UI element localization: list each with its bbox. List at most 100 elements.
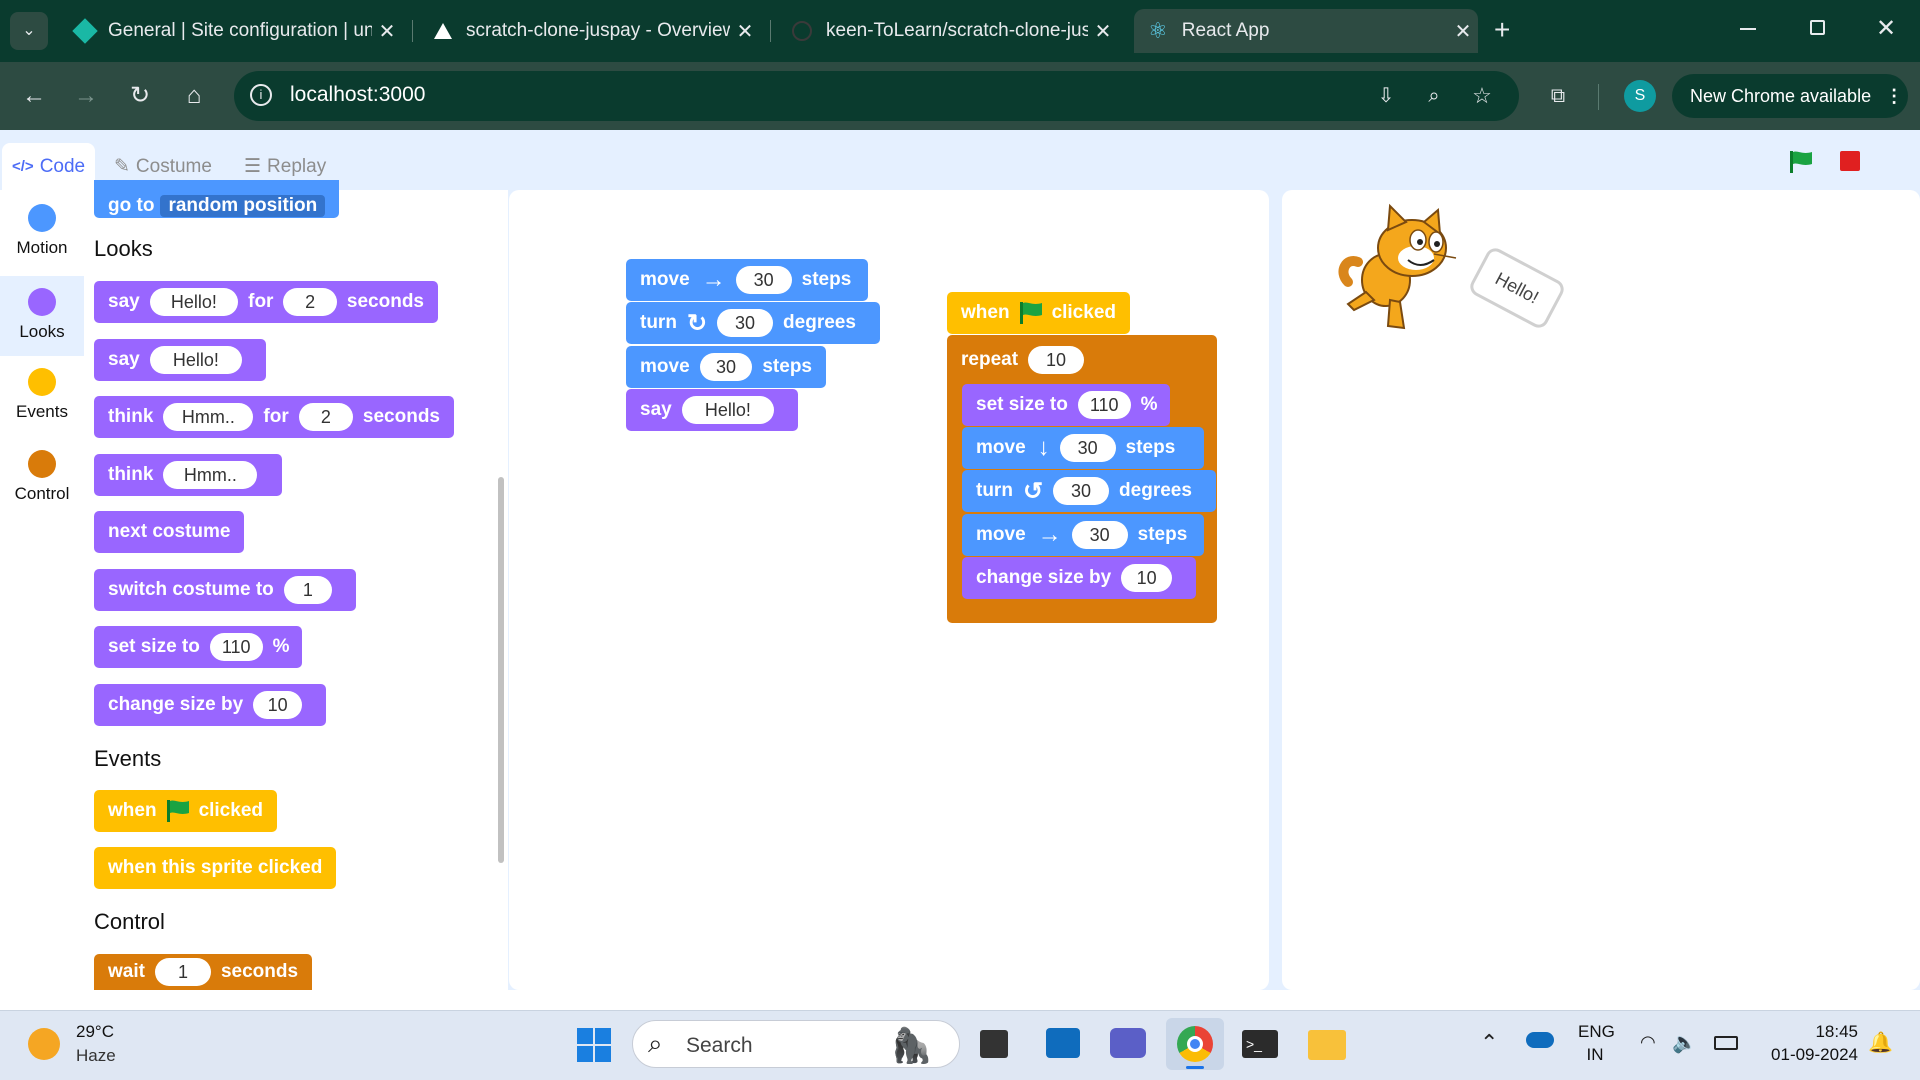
file-explorer-icon[interactable] bbox=[1308, 1030, 1346, 1060]
goto-block[interactable]: go to random position bbox=[94, 180, 340, 218]
say-block[interactable]: say Hello! bbox=[626, 389, 798, 431]
say-for-block[interactable]: say Hello! for 2 seconds bbox=[94, 281, 438, 323]
size-change-input[interactable]: 10 bbox=[1121, 564, 1172, 592]
browser-tab-active[interactable]: ⚛ React App ✕ bbox=[1134, 9, 1478, 53]
size-change-input[interactable]: 10 bbox=[253, 691, 302, 719]
install-app-icon[interactable]: ⇩ bbox=[1368, 78, 1404, 114]
say-text-input[interactable]: Hello! bbox=[149, 288, 239, 316]
when-sprite-clicked-block[interactable]: when this sprite clicked bbox=[94, 847, 337, 889]
task-view-icon[interactable] bbox=[980, 1030, 1008, 1058]
outlook-icon[interactable] bbox=[1046, 1028, 1080, 1058]
category-events[interactable]: Events bbox=[0, 368, 84, 434]
minimize-button[interactable] bbox=[1740, 28, 1756, 30]
turn-ccw-block[interactable]: turn ↺ 30 degrees bbox=[962, 470, 1216, 512]
set-size-block[interactable]: set size to 110 % bbox=[94, 626, 302, 668]
say-text-input[interactable]: Hello! bbox=[681, 396, 774, 424]
chevron-up-icon[interactable]: ⌃ bbox=[1480, 1030, 1498, 1056]
extensions-icon[interactable]: ⧉ bbox=[1540, 78, 1576, 114]
say-block[interactable]: say Hello! bbox=[94, 339, 266, 381]
move-down-block[interactable]: move ↓ 30 steps bbox=[962, 427, 1204, 469]
move-right-block[interactable]: move → 30 steps bbox=[962, 514, 1204, 556]
avatar[interactable]: S bbox=[1624, 80, 1656, 112]
window-close-button[interactable]: ✕ bbox=[1876, 14, 1896, 43]
url-text[interactable]: localhost:3000 bbox=[290, 83, 425, 107]
tab-search-button[interactable]: ⌄ bbox=[10, 12, 48, 50]
when-flag-clicked-block[interactable]: when clicked bbox=[947, 292, 1130, 334]
move-right-block[interactable]: move → 30 steps bbox=[626, 259, 868, 301]
steps-input[interactable]: 30 bbox=[735, 266, 792, 294]
wifi-icon[interactable]: ◠ bbox=[1640, 1032, 1656, 1053]
wait-block[interactable]: wait 1 seconds bbox=[94, 954, 313, 990]
steps-input[interactable]: 30 bbox=[1059, 434, 1116, 462]
list-icon: ☰ bbox=[244, 156, 262, 177]
category-looks[interactable]: Looks bbox=[0, 276, 84, 356]
size-input[interactable]: 110 bbox=[209, 633, 263, 661]
zoom-icon[interactable]: ⌕ bbox=[1416, 78, 1452, 114]
teams-icon[interactable] bbox=[1110, 1028, 1146, 1058]
language-indicator[interactable]: ENG IN bbox=[1578, 1022, 1615, 1065]
start-button[interactable] bbox=[576, 1027, 612, 1063]
reload-button[interactable]: ↻ bbox=[122, 78, 158, 114]
home-button[interactable]: ⌂ bbox=[176, 78, 212, 114]
weather-widget[interactable]: 29°C Haze bbox=[28, 1022, 148, 1068]
seconds-input[interactable]: 2 bbox=[298, 403, 353, 431]
chrome-taskbar-icon[interactable] bbox=[1166, 1018, 1224, 1070]
notification-bell-icon[interactable]: 🔔 bbox=[1868, 1030, 1893, 1055]
think-block[interactable]: think Hmm.. bbox=[94, 454, 282, 496]
new-tab-button[interactable]: + bbox=[1494, 14, 1510, 46]
wait-seconds-input[interactable]: 1 bbox=[154, 958, 211, 986]
bookmark-star-icon[interactable]: ☆ bbox=[1464, 78, 1500, 114]
chrome-update-button[interactable]: New Chrome available ⋮ bbox=[1672, 74, 1908, 118]
block-label: % bbox=[1140, 394, 1158, 415]
category-motion[interactable]: Motion bbox=[0, 204, 84, 270]
onedrive-icon[interactable] bbox=[1526, 1032, 1554, 1048]
cat-sprite[interactable] bbox=[1338, 202, 1460, 337]
close-icon[interactable]: ✕ bbox=[372, 19, 402, 44]
move-block[interactable]: move 30 steps bbox=[626, 346, 826, 388]
repeat-count-input[interactable]: 10 bbox=[1028, 346, 1085, 374]
close-icon[interactable]: ✕ bbox=[1088, 19, 1118, 44]
costume-input[interactable]: 1 bbox=[283, 576, 332, 604]
palette-scrollbar[interactable] bbox=[498, 477, 504, 863]
tab-code[interactable]: </> Code bbox=[2, 143, 96, 190]
arrow-right-icon: → bbox=[74, 82, 98, 109]
turn-cw-block[interactable]: turn ↻ 30 degrees bbox=[626, 302, 880, 344]
events-dot-icon bbox=[28, 368, 56, 396]
think-text-input[interactable]: Hmm.. bbox=[163, 403, 254, 431]
change-size-block[interactable]: change size by 10 bbox=[962, 557, 1196, 599]
address-bar[interactable] bbox=[234, 71, 1519, 121]
browser-tab[interactable]: scratch-clone-juspay - Overview ✕ bbox=[420, 9, 760, 53]
switch-costume-block[interactable]: switch costume to 1 bbox=[94, 569, 356, 611]
close-icon[interactable]: ✕ bbox=[1448, 19, 1478, 44]
browser-tab[interactable]: General | Site configuration | un ✕ bbox=[62, 9, 402, 53]
green-flag-button[interactable] bbox=[1788, 150, 1814, 179]
back-button[interactable]: ← bbox=[16, 78, 52, 114]
close-icon[interactable]: ✕ bbox=[730, 19, 760, 44]
browser-tab[interactable]: keen-ToLearn/scratch-clone-jus ✕ bbox=[778, 9, 1118, 53]
steps-input[interactable]: 30 bbox=[699, 353, 753, 381]
restore-button[interactable] bbox=[1810, 20, 1825, 35]
gorilla-highlight-icon: 🦍 bbox=[890, 1027, 933, 1065]
category-control[interactable]: Control bbox=[0, 450, 84, 516]
terminal-icon[interactable]: >_ bbox=[1242, 1030, 1278, 1058]
change-size-block[interactable]: change size by 10 bbox=[94, 684, 326, 726]
stop-button[interactable] bbox=[1840, 151, 1860, 171]
seconds-input[interactable]: 2 bbox=[283, 288, 337, 316]
set-size-block[interactable]: set size to 110 % bbox=[962, 384, 1170, 426]
site-info-icon[interactable]: i bbox=[250, 84, 272, 106]
forward-button[interactable]: → bbox=[68, 78, 104, 114]
degrees-input[interactable]: 30 bbox=[717, 309, 774, 337]
block-label: go to bbox=[108, 195, 155, 216]
say-text-input[interactable]: Hello! bbox=[149, 346, 242, 374]
clock[interactable]: 18:45 01-09-2024 bbox=[1754, 1022, 1858, 1065]
when-flag-clicked-block[interactable]: when clicked bbox=[94, 790, 277, 832]
size-input[interactable]: 110 bbox=[1077, 391, 1131, 419]
next-costume-block[interactable]: next costume bbox=[94, 511, 245, 553]
degrees-input[interactable]: 30 bbox=[1053, 477, 1110, 505]
think-text-input[interactable]: Hmm.. bbox=[163, 461, 258, 489]
goto-target-dropdown[interactable]: random position bbox=[160, 195, 326, 217]
battery-icon[interactable] bbox=[1714, 1036, 1738, 1050]
think-for-block[interactable]: think Hmm.. for 2 seconds bbox=[94, 396, 454, 438]
steps-input[interactable]: 30 bbox=[1071, 521, 1128, 549]
volume-icon[interactable]: 🔈 bbox=[1672, 1030, 1697, 1055]
